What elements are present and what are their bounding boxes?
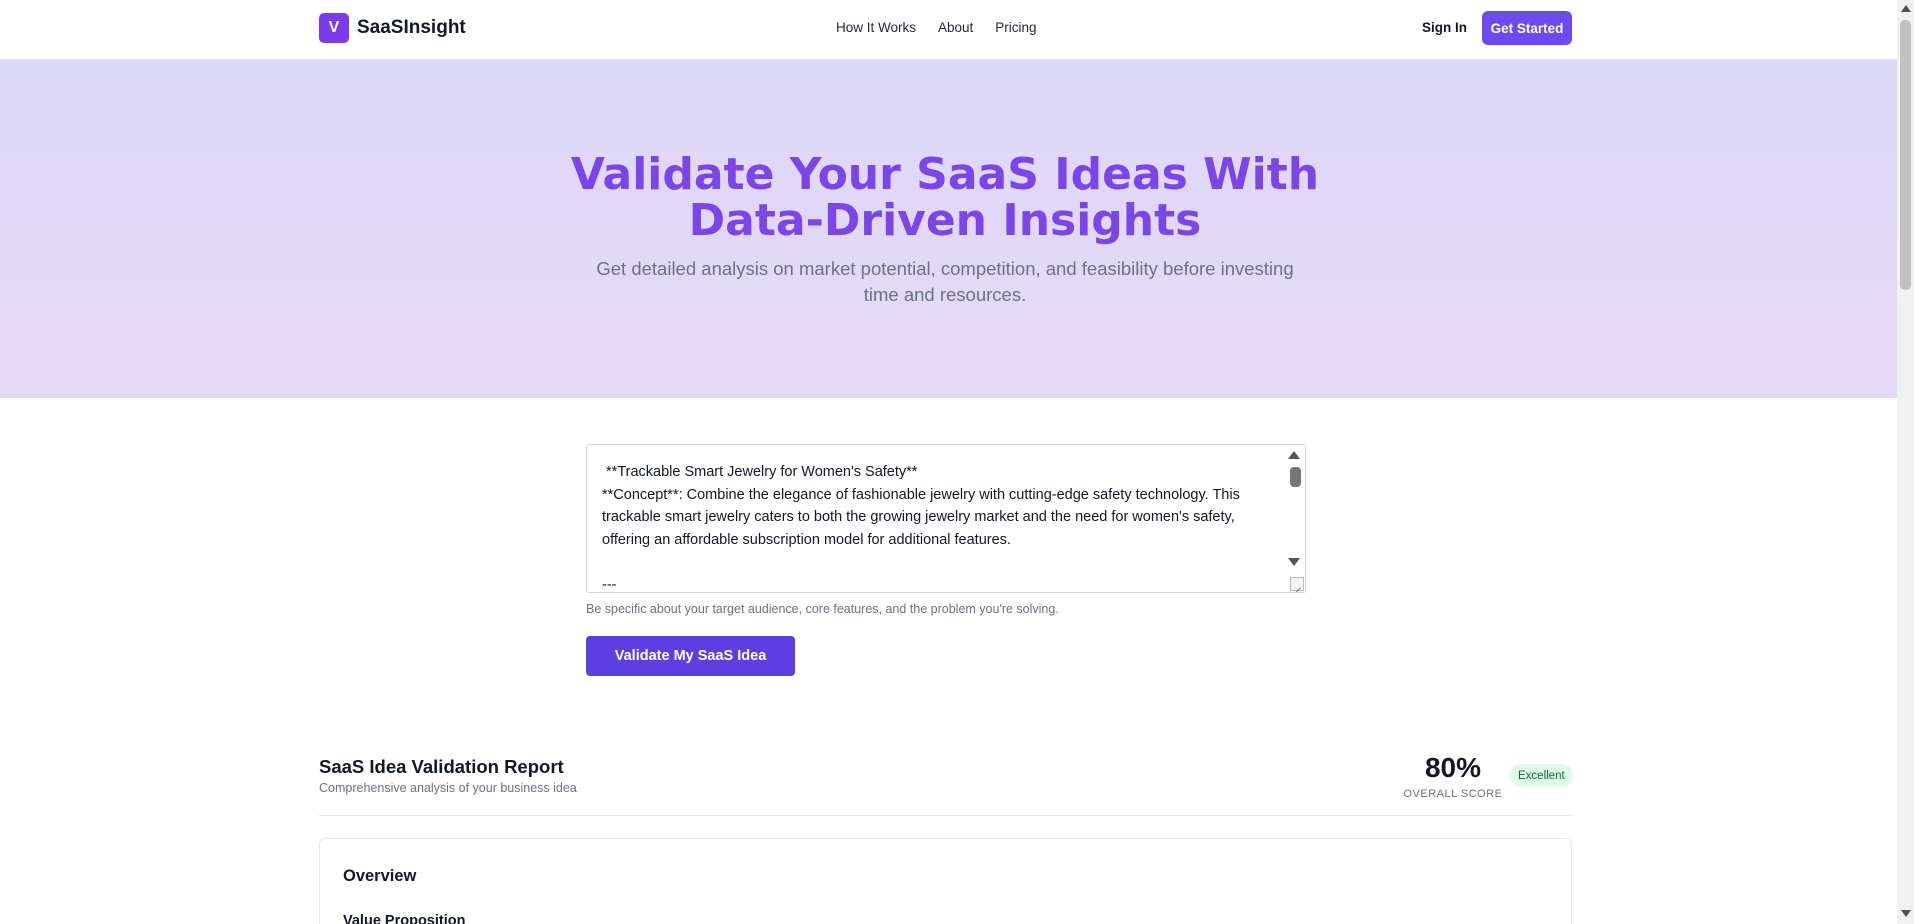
resize-handle-icon[interactable]	[1290, 577, 1304, 591]
nav-link-about[interactable]: About	[938, 20, 973, 35]
nav-link-how-it-works[interactable]: How It Works	[836, 20, 916, 35]
page-scroll-thumb[interactable]	[1900, 20, 1911, 290]
report-title: SaaS Idea Validation Report	[319, 756, 564, 777]
value-proposition-title: Value Proposition	[343, 913, 466, 924]
page-scroll-up-icon[interactable]	[1901, 5, 1911, 12]
idea-hint: Be specific about your target audience, …	[586, 602, 1059, 616]
get-started-button[interactable]: Get Started	[1482, 11, 1572, 45]
overview-card: Overview Value Proposition	[319, 838, 1572, 924]
hero-title: Validate Your SaaS Ideas With Data-Drive…	[0, 152, 1890, 244]
sign-in-link[interactable]: Sign In	[1422, 20, 1467, 35]
brand-name: SaaSInsight	[357, 17, 466, 38]
idea-textarea-value[interactable]: **Trackable Smart Jewelry for Women's Sa…	[602, 461, 1272, 592]
textarea-scroll-thumb[interactable]	[1290, 467, 1301, 487]
nav-link-pricing[interactable]: Pricing	[995, 20, 1036, 35]
score-status-badge: Excellent	[1510, 764, 1573, 787]
scroll-up-arrow-icon[interactable]	[1288, 451, 1300, 459]
nav-links: How It Works About Pricing	[836, 20, 1037, 35]
idea-textarea[interactable]: **Trackable Smart Jewelry for Women's Sa…	[586, 444, 1306, 593]
overview-title: Overview	[343, 867, 417, 885]
report-subtitle: Comprehensive analysis of your business …	[319, 781, 577, 795]
report-divider	[319, 815, 1572, 816]
page-scroll-down-icon[interactable]	[1901, 910, 1911, 917]
navbar: V SaaSInsight How It Works About Pricing…	[0, 0, 1897, 60]
logo-icon: V	[319, 13, 349, 43]
hero-title-line1: Validate Your SaaS Ideas With	[570, 149, 1320, 200]
hero-title-line2: Data-Driven Insights	[688, 195, 1202, 246]
overall-score-value: 80%	[1424, 752, 1482, 783]
overall-score-label: OVERALL SCORE	[1403, 788, 1503, 800]
page-scrollbar[interactable]	[1897, 0, 1914, 924]
validate-idea-button[interactable]: Validate My SaaS Idea	[586, 636, 795, 676]
hero-subtitle: Get detailed analysis on market potentia…	[596, 258, 1294, 305]
textarea-scrollbar[interactable]	[1285, 445, 1305, 592]
logo[interactable]: V SaaSInsight	[319, 13, 466, 43]
hero-section: Validate Your SaaS Ideas With Data-Drive…	[0, 60, 1897, 398]
scroll-down-arrow-icon[interactable]	[1288, 558, 1300, 566]
